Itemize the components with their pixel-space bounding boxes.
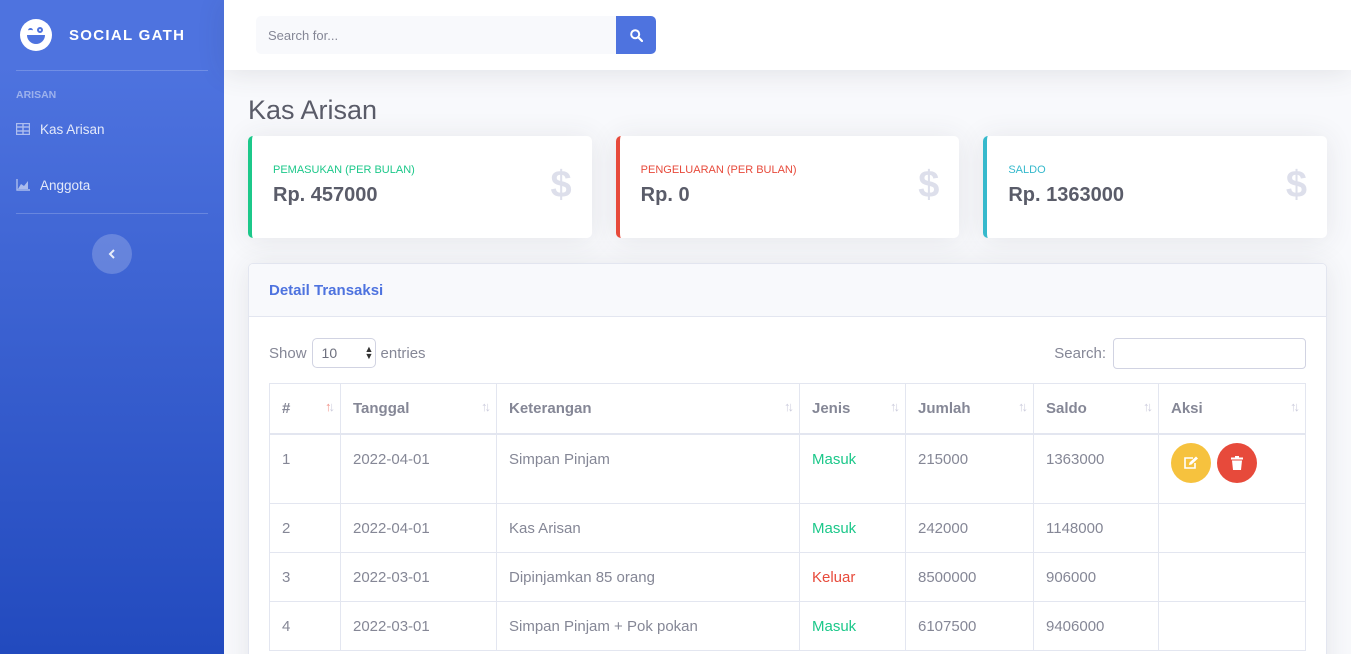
cell-keterangan: Dipinjamkan 85 orang bbox=[496, 552, 800, 602]
dollar-icon: $ bbox=[1285, 164, 1308, 206]
column-header-jumlah[interactable]: Jumlah ↑↓ bbox=[905, 383, 1034, 435]
summary-cards: PEMASUKAN (PER BULAN) Rp. 457000 $ PENGE… bbox=[248, 136, 1328, 238]
card-saldo: SALDO Rp. 1363000 $ bbox=[983, 136, 1328, 238]
sort-icon: ↑↓ bbox=[890, 399, 900, 414]
cell-jenis: Masuk bbox=[799, 601, 906, 651]
panel-title: Detail Transaksi bbox=[249, 264, 1326, 317]
search-input[interactable] bbox=[256, 16, 616, 54]
sort-icon: ↑↓ bbox=[784, 399, 794, 414]
cell-keterangan: Kas Arisan bbox=[496, 503, 800, 553]
card-pemasukan: PEMASUKAN (PER BULAN) Rp. 457000 $ bbox=[248, 136, 592, 238]
edit-icon bbox=[1184, 456, 1198, 469]
card-label: PEMASUKAN (PER BULAN) bbox=[273, 164, 415, 176]
search-icon bbox=[629, 28, 643, 42]
edit-button[interactable] bbox=[1171, 442, 1211, 483]
sidebar-toggle-button[interactable] bbox=[92, 234, 132, 274]
table-row: 2 2022-04-01 Kas Arisan Masuk 242000 114… bbox=[269, 503, 1306, 553]
sidebar-brand[interactable]: SOCIAL GATH bbox=[0, 0, 224, 70]
entries-value: 10 bbox=[321, 345, 338, 361]
chevron-left-icon bbox=[108, 249, 115, 259]
sidebar-item-kas-arisan[interactable]: Kas Arisan bbox=[0, 101, 224, 157]
cell-no: 3 bbox=[269, 552, 341, 602]
cell-tanggal: 2022-04-01 bbox=[340, 433, 497, 504]
column-header-keterangan[interactable]: Keterangan ↑↓ bbox=[496, 383, 800, 435]
entries-label: entries bbox=[380, 344, 426, 362]
transaction-panel: Detail Transaksi Show 10 ▲ ▼ entries Sear… bbox=[248, 263, 1327, 654]
cell-saldo: 906000 bbox=[1033, 552, 1159, 602]
sidebar-item-anggota[interactable]: Anggota bbox=[0, 157, 224, 213]
entries-select[interactable]: 10 ▲ ▼ bbox=[311, 338, 376, 368]
sidebar-item-label: Anggota bbox=[40, 177, 91, 193]
table-search: Search: bbox=[1054, 337, 1306, 369]
cell-saldo: 1148000 bbox=[1033, 503, 1159, 553]
brand-name: SOCIAL GATH bbox=[69, 26, 186, 44]
search-button[interactable] bbox=[616, 16, 656, 54]
column-header-tanggal[interactable]: Tanggal ↑↓ bbox=[340, 383, 497, 435]
table-row: 4 2022-03-01 Simpan Pinjam + Pok pokan M… bbox=[269, 601, 1306, 651]
cell-aksi bbox=[1158, 601, 1306, 651]
table-search-input[interactable] bbox=[1113, 337, 1306, 369]
cell-keterangan: Simpan Pinjam bbox=[496, 433, 800, 504]
sidebar-heading: ARISAN bbox=[16, 89, 57, 101]
column-header-no[interactable]: # ↑↓ bbox=[269, 383, 341, 435]
cell-aksi bbox=[1158, 433, 1306, 504]
column-header-aksi[interactable]: Aksi ↑↓ bbox=[1158, 383, 1306, 435]
page-title: Kas Arisan bbox=[248, 95, 378, 125]
cell-no: 2 bbox=[269, 503, 341, 553]
topbar bbox=[224, 0, 1351, 70]
sort-icon: ↑↓ bbox=[1018, 399, 1028, 414]
cell-aksi bbox=[1158, 503, 1306, 553]
dollar-icon: $ bbox=[918, 164, 940, 206]
transactions-table: # ↑↓ Tanggal ↑↓ Keterangan ↑↓ Jenis ↑↓ Jumla… bbox=[269, 383, 1306, 651]
card-value: Rp. 457000 bbox=[273, 184, 378, 206]
cell-keterangan: Simpan Pinjam + Pok pokan bbox=[496, 601, 800, 651]
table-header-row: # ↑↓ Tanggal ↑↓ Keterangan ↑↓ Jenis ↑↓ Jumla… bbox=[269, 383, 1306, 435]
cell-aksi bbox=[1158, 552, 1306, 602]
cell-jenis: Keluar bbox=[799, 552, 906, 602]
cell-saldo: 1363000 bbox=[1033, 433, 1159, 504]
chart-area-icon bbox=[16, 179, 30, 191]
cell-tanggal: 2022-03-01 bbox=[340, 601, 497, 651]
cell-no: 1 bbox=[269, 433, 341, 504]
column-header-saldo[interactable]: Saldo ↑↓ bbox=[1033, 383, 1159, 435]
search-label: Search: bbox=[1054, 344, 1106, 362]
topbar-search bbox=[256, 16, 656, 54]
card-label: SALDO bbox=[1008, 164, 1046, 176]
datatable-controls: Show 10 ▲ ▼ entries Search: bbox=[269, 337, 1306, 369]
cell-jenis: Masuk bbox=[799, 503, 906, 553]
card-label: PENGELUARAN (PER BULAN) bbox=[640, 164, 797, 176]
cell-tanggal: 2022-04-01 bbox=[340, 503, 497, 553]
cell-no: 4 bbox=[269, 601, 341, 651]
trash-icon bbox=[1231, 455, 1244, 470]
sort-icon: ↑↓ bbox=[325, 399, 335, 414]
cell-tanggal: 2022-03-01 bbox=[340, 552, 497, 602]
sidebar-divider bbox=[16, 213, 208, 214]
cell-jenis: Masuk bbox=[799, 433, 906, 504]
table-row: 3 2022-03-01 Dipinjamkan 85 orang Keluar… bbox=[269, 552, 1306, 602]
column-header-jenis[interactable]: Jenis ↑↓ bbox=[799, 383, 906, 435]
delete-button[interactable] bbox=[1217, 442, 1258, 483]
dollar-icon: $ bbox=[550, 164, 572, 206]
entries-length: Show 10 ▲ ▼ entries bbox=[269, 338, 426, 368]
sort-icon: ↑↓ bbox=[1143, 399, 1153, 414]
show-label: Show bbox=[269, 344, 307, 362]
cell-jumlah: 215000 bbox=[905, 433, 1034, 504]
sidebar-item-label: Kas Arisan bbox=[40, 121, 105, 137]
table-icon bbox=[16, 123, 30, 135]
sort-icon: ↑↓ bbox=[1290, 399, 1300, 414]
grin-wink-icon bbox=[20, 19, 52, 51]
cell-jumlah: 8500000 bbox=[905, 552, 1034, 602]
table-row: 1 2022-04-01 Simpan Pinjam Masuk 215000 … bbox=[269, 433, 1306, 504]
panel-body: Show 10 ▲ ▼ entries Search: # ↑↓ Tanggal… bbox=[249, 317, 1326, 651]
card-pengeluaran: PENGELUARAN (PER BULAN) Rp. 0 $ bbox=[615, 136, 960, 238]
cell-jumlah: 6107500 bbox=[905, 601, 1034, 651]
card-value: Rp. 1363000 bbox=[1008, 184, 1124, 206]
card-value: Rp. 0 bbox=[640, 184, 690, 206]
cell-jumlah: 242000 bbox=[905, 503, 1034, 553]
sidebar: SOCIAL GATH ARISAN Kas Arisan Anggota bbox=[0, 0, 224, 654]
main-content: Kas Arisan PEMASUKAN (PER BULAN) Rp. 457… bbox=[248, 70, 1328, 654]
sort-icon: ↑↓ bbox=[481, 399, 491, 414]
cell-saldo: 9406000 bbox=[1033, 601, 1159, 651]
